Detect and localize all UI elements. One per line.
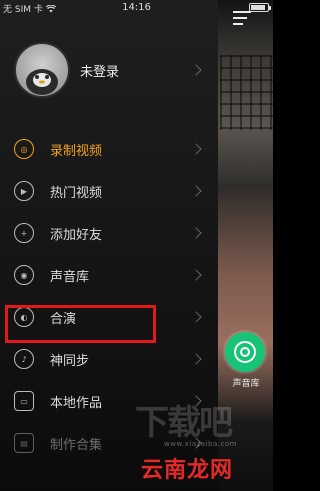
- default-avatar-icon: [26, 69, 58, 95]
- watermark-site-name: 云南龙网: [141, 458, 234, 483]
- menu-item-label: 录制视频: [50, 144, 103, 159]
- menu-item-label: 制作合集: [50, 438, 103, 453]
- status-time: 14:16: [122, 2, 151, 13]
- menu-item-label: 添加好友: [50, 228, 103, 243]
- profile-name[interactable]: 未登录: [80, 61, 119, 80]
- menu-item-label: 热门视频: [50, 186, 103, 201]
- sound-library-button[interactable]: [225, 332, 265, 372]
- vinyl-icon: [234, 341, 256, 363]
- make-collection-icon: ▤: [14, 433, 34, 453]
- chevron-right-icon: [190, 185, 202, 197]
- battery-level: [251, 5, 265, 10]
- background-keyboard-photo: [220, 55, 273, 130]
- chevron-right-icon: [190, 269, 202, 281]
- battery-icon: [249, 3, 271, 12]
- menu-item-label: 声音库: [50, 270, 90, 285]
- menu-item-sync[interactable]: ♪ 神同步: [0, 338, 218, 380]
- local-works-icon: ▭: [14, 391, 34, 411]
- chevron-right-icon: [190, 64, 202, 76]
- sound-library-icon: ◉: [14, 265, 34, 285]
- watermark-url: www.xiazaiba.com: [164, 440, 237, 448]
- sound-library-button-label: 声音库: [232, 379, 260, 389]
- record-video-icon: ◎: [14, 139, 34, 159]
- chevron-right-icon: [190, 143, 202, 155]
- profile-row[interactable]: 未登录: [0, 18, 218, 128]
- menu-item-hot-videos[interactable]: ▶ 热门视频: [0, 170, 218, 212]
- highlight-annotation-box: [5, 305, 156, 343]
- sync-icon: ♪: [14, 349, 34, 369]
- play-icon: ▶: [14, 181, 34, 201]
- chevron-right-icon: [190, 227, 202, 239]
- chevron-right-icon: [190, 311, 202, 323]
- chevron-right-icon: [190, 353, 202, 365]
- add-friend-icon: +: [14, 223, 34, 243]
- avatar[interactable]: [14, 42, 70, 98]
- watermark-logo: 下载吧: [135, 403, 233, 443]
- menu-item-record-video[interactable]: ◎ 录制视频: [0, 128, 218, 170]
- status-bar: 无 SIM 卡 14:16: [0, 0, 273, 18]
- menu-item-add-friends[interactable]: + 添加好友: [0, 212, 218, 254]
- menu-item-sound-library[interactable]: ◉ 声音库: [0, 254, 218, 296]
- menu-item-label: 神同步: [50, 354, 90, 369]
- menu-item-label: 本地作品: [50, 396, 103, 411]
